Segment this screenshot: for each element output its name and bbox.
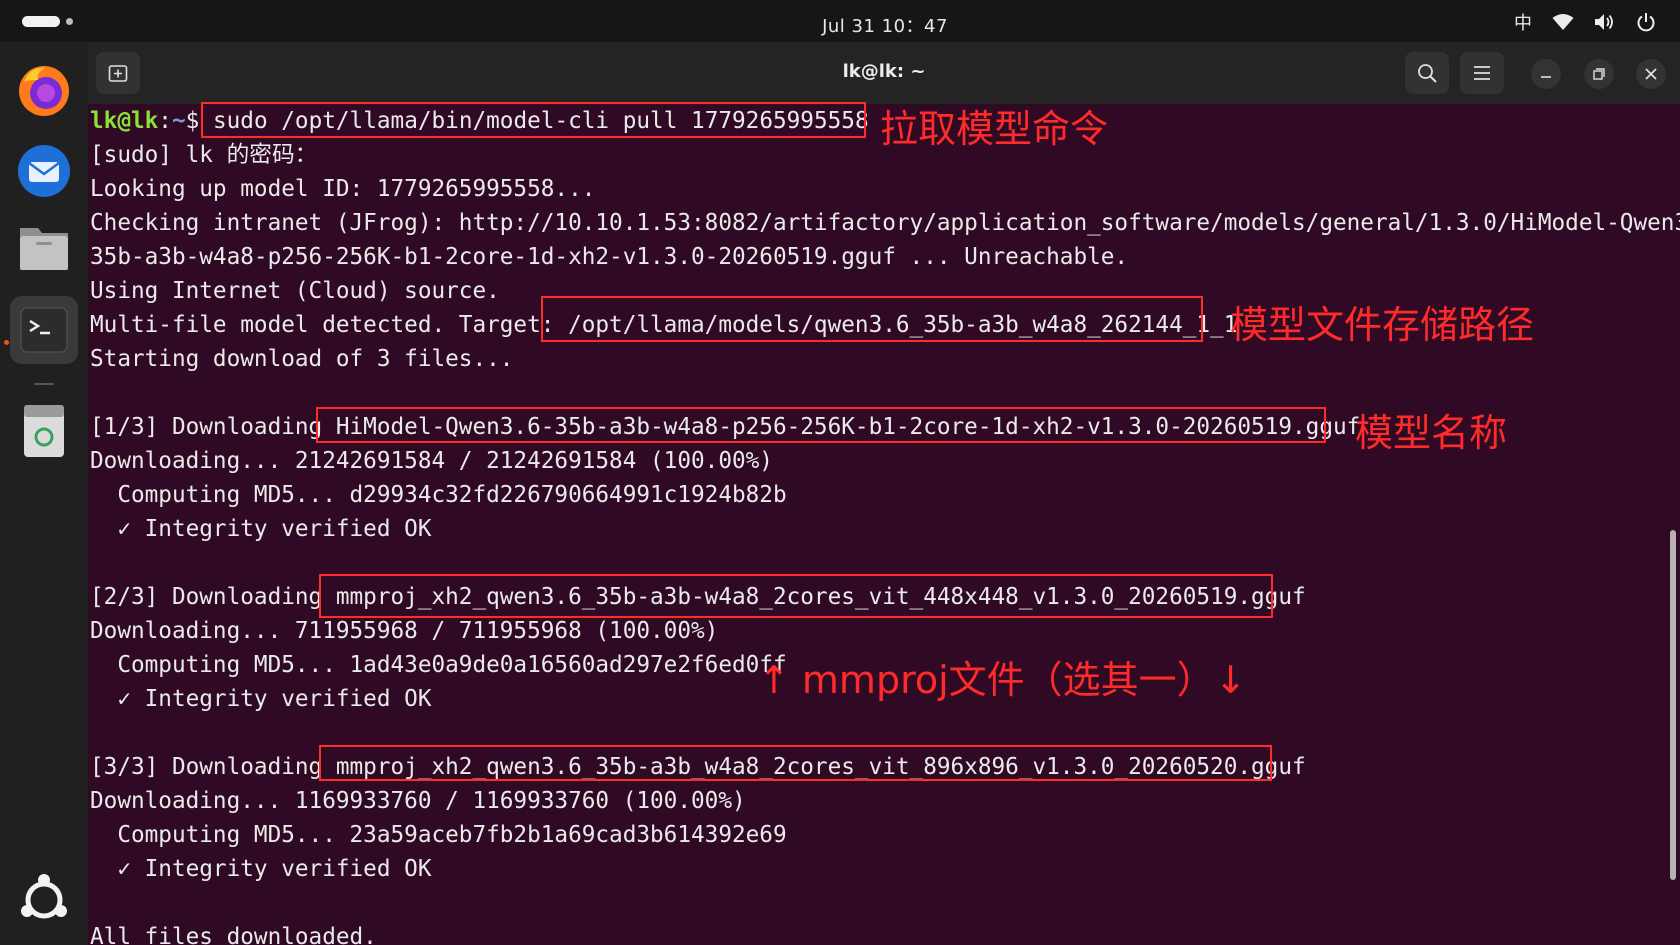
- terminal-line: ✓ Integrity verified OK: [90, 856, 432, 882]
- annotation-model-name: 模型名称: [1355, 411, 1508, 455]
- volume-icon[interactable]: [1594, 13, 1616, 31]
- search-button[interactable]: [1405, 52, 1449, 94]
- annotation-pull-command: 拉取模型命令: [880, 107, 1109, 151]
- scrollbar[interactable]: [1670, 530, 1676, 880]
- prompt-user: lk@lk: [90, 108, 159, 134]
- system-tray[interactable]: 中: [1514, 9, 1656, 35]
- power-icon[interactable]: [1636, 12, 1656, 32]
- terminal-line: Starting download of 3 files...: [90, 346, 514, 372]
- terminal-line: ✓ Integrity verified OK: [90, 686, 432, 712]
- terminal-line: Checking intranet (JFrog): http://10.10.…: [90, 210, 1680, 236]
- dock-separator: [34, 383, 54, 385]
- terminal-line: ✓ Integrity verified OK: [90, 516, 432, 542]
- trash-icon[interactable]: [10, 397, 78, 465]
- mmproj-896-highlight-box: [319, 745, 1272, 781]
- input-method-indicator[interactable]: 中: [1514, 9, 1532, 35]
- terminal-line: 35b-a3b-w4a8-p256-256K-b1-2core-1d-xh2-v…: [90, 244, 1129, 270]
- menu-button[interactable]: [1460, 52, 1504, 94]
- terminal-line: Downloading... 711955968 / 711955968 (10…: [90, 618, 719, 644]
- terminal-line: Computing MD5... 23a59aceb7fb2b1a69cad3b…: [90, 822, 787, 848]
- command-highlight-box: [201, 102, 866, 138]
- running-indicator: [4, 340, 9, 345]
- terminal-line: Using Internet (Cloud) source.: [90, 278, 500, 304]
- terminal-line: Downloading... 1169933760 / 1169933760 (…: [90, 788, 746, 814]
- hamburger-icon: [1474, 66, 1490, 80]
- prompt-separator: :: [158, 108, 172, 134]
- title-bar[interactable]: lk@lk: ~: [88, 42, 1680, 104]
- thunderbird-icon[interactable]: [10, 136, 78, 204]
- close-icon: [1645, 68, 1657, 80]
- firefox-icon[interactable]: [10, 56, 78, 124]
- terminal-line: Computing MD5... 1ad43e0a9de0a16560ad297…: [90, 652, 787, 678]
- path-highlight-box: [541, 296, 1203, 342]
- prompt-path: ~: [171, 108, 186, 134]
- wifi-icon[interactable]: [1552, 13, 1574, 31]
- search-icon: [1418, 64, 1437, 83]
- terminal-line: [sudo] lk 的密码：: [90, 142, 318, 168]
- annotation-mmproj: ↑ mmproj文件（选其一）↓: [758, 658, 1247, 702]
- top-bar: Jul 31 10：47 中: [0, 0, 1680, 42]
- files-icon[interactable]: [10, 214, 78, 282]
- terminal-line: Looking up model ID: 1779265995558...: [90, 176, 596, 202]
- restore-button[interactable]: [1584, 59, 1614, 89]
- terminal-line: Downloading... 21242691584 / 21242691584…: [90, 448, 773, 474]
- mmproj-448-highlight-box: [319, 574, 1273, 618]
- show-apps-icon[interactable]: [10, 866, 78, 934]
- terminal-output[interactable]: lk@lk:~$ sudo /opt/llama/bin/model-cli p…: [88, 102, 1680, 945]
- close-button[interactable]: [1636, 59, 1666, 89]
- minimize-icon: [1541, 76, 1551, 78]
- restore-icon: [1593, 68, 1605, 80]
- terminal-line: All files downloaded.: [90, 924, 377, 945]
- dock: [0, 42, 88, 945]
- model-name-highlight-box: [316, 407, 1326, 443]
- terminal-icon[interactable]: [10, 296, 78, 364]
- terminal-line: Computing MD5... d29934c32fd226790664991…: [90, 482, 787, 508]
- minimize-button[interactable]: [1531, 59, 1561, 89]
- clock[interactable]: Jul 31 10：47: [0, 12, 1680, 38]
- annotation-storage-path: 模型文件存储路径: [1230, 303, 1535, 347]
- terminal-window: lk@lk: ~ lk@lk:~$ sudo /opt/llama/bin/mo…: [88, 42, 1680, 945]
